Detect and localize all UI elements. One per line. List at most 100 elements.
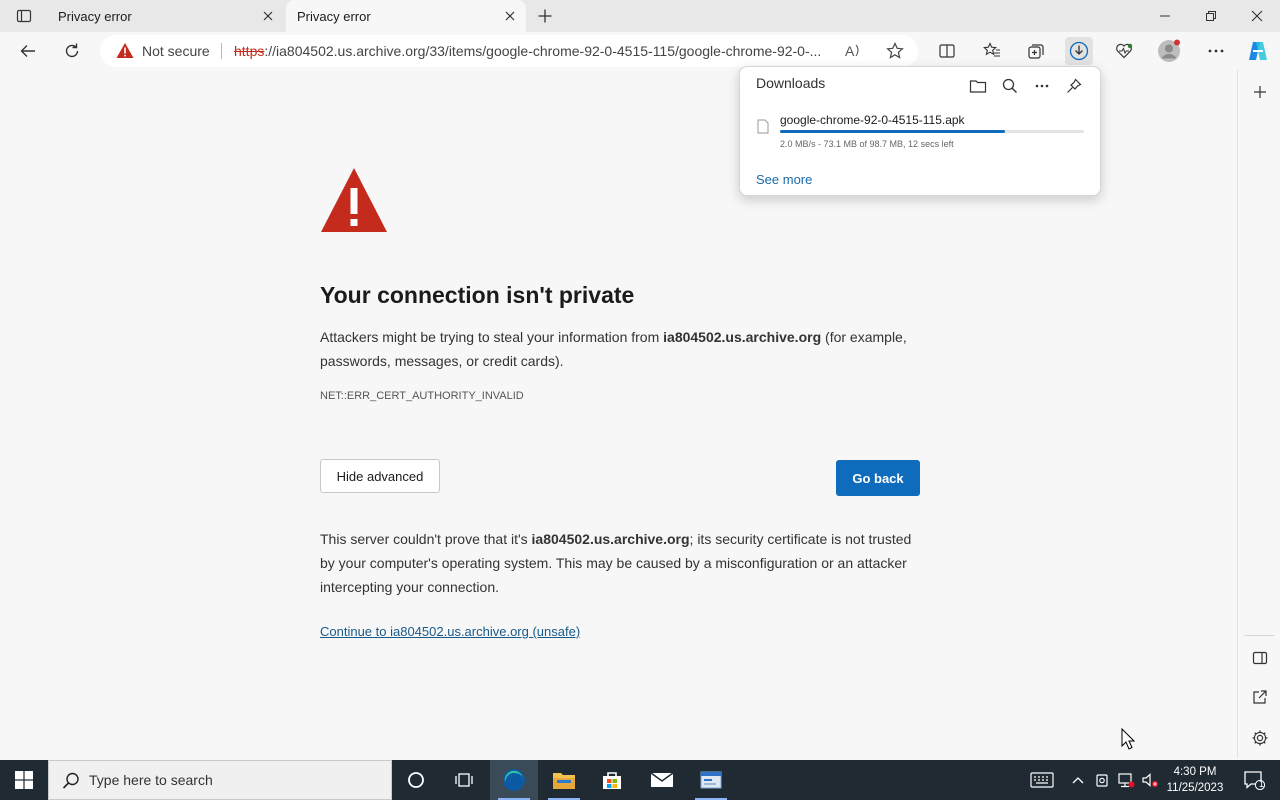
pin-icon[interactable] [1061, 73, 1087, 99]
close-tab-icon[interactable] [260, 8, 276, 24]
hide-sidebar-button[interactable] [1246, 644, 1274, 672]
new-tab-button[interactable] [534, 5, 556, 27]
warning-icon[interactable] [116, 42, 134, 59]
volume-button[interactable] [1138, 760, 1162, 800]
back-arrow-icon [20, 45, 35, 57]
meet-now-button[interactable] [1090, 760, 1114, 800]
sidebar-add-button[interactable] [1246, 78, 1274, 106]
favorites-button[interactable] [978, 37, 1006, 65]
close-tab-icon[interactable] [502, 8, 518, 24]
tab-title: Privacy error [58, 8, 132, 24]
collections-button[interactable] [1022, 37, 1050, 65]
download-progress-fill [780, 130, 1005, 133]
external-link-icon [1253, 690, 1267, 704]
security-status[interactable]: Not secure [142, 43, 210, 59]
open-external-button[interactable] [1246, 683, 1274, 711]
file-icon [757, 119, 769, 134]
minimize-icon [1160, 15, 1170, 17]
browser-essentials-button[interactable] [1110, 37, 1138, 65]
minimize-button[interactable] [1142, 0, 1188, 32]
downloads-flyout: Downloads google-chrome-92-0-4515-115.ap… [739, 66, 1101, 196]
avatar-icon [1158, 39, 1180, 62]
folder-icon [553, 773, 575, 789]
taskbar-search-box[interactable]: Type here to search [48, 760, 392, 800]
url-scheme: https [234, 43, 265, 59]
heart-pulse-icon [1116, 43, 1133, 59]
taskbar-store[interactable] [588, 760, 636, 800]
tab-privacy-error-1[interactable]: Privacy error [48, 0, 284, 32]
cortana-button[interactable] [392, 760, 440, 800]
touch-keyboard-button[interactable] [1020, 760, 1064, 800]
plus-icon [1254, 86, 1266, 98]
close-window-button[interactable] [1234, 0, 1280, 32]
notification-count: 1 [1259, 779, 1265, 789]
tab-title: Privacy error [297, 8, 371, 24]
task-view-icon [455, 773, 473, 787]
gear-icon [1252, 730, 1268, 746]
show-hidden-icons-button[interactable] [1066, 760, 1090, 800]
taskbar: Type here to search 4:30 PM 11/25/2023 1 [0, 760, 1280, 800]
tab-privacy-error-2[interactable]: Privacy error [286, 0, 526, 32]
read-aloud-icon[interactable]: A [845, 42, 863, 60]
download-status: 2.0 MB/s - 73.1 MB of 98.7 MB, 12 secs l… [780, 139, 954, 149]
continue-unsafe-link[interactable]: Continue to ia804502.us.archive.org (uns… [320, 624, 580, 639]
host-name: ia804502.us.archive.org [663, 329, 822, 345]
refresh-button[interactable] [58, 37, 86, 65]
open-folder-icon[interactable] [965, 73, 991, 99]
search-placeholder: Type here to search [89, 772, 213, 788]
restore-button[interactable] [1188, 0, 1234, 32]
close-icon [1251, 10, 1263, 22]
refresh-icon [65, 43, 79, 58]
warning-triangle-icon [320, 166, 388, 234]
more-options-icon[interactable] [1029, 73, 1055, 99]
copilot-button[interactable] [1244, 37, 1272, 65]
url-path: ://ia804502.us.archive.org/33/items/goog… [264, 43, 822, 59]
error-title: Your connection isn't private [320, 282, 635, 308]
go-back-button[interactable]: Go back [836, 460, 920, 496]
taskbar-app-window[interactable] [687, 760, 735, 800]
svg-text:A: A [845, 43, 855, 59]
network-button[interactable] [1114, 760, 1138, 800]
hide-advanced-button[interactable]: Hide advanced [320, 459, 440, 493]
task-view-button[interactable] [440, 760, 488, 800]
address-bar[interactable]: Not secure https://ia804502.us.archive.o… [100, 35, 918, 67]
back-button[interactable] [14, 37, 42, 65]
store-bag-icon [603, 772, 621, 789]
action-center-button[interactable]: 1 [1234, 760, 1274, 800]
mouse-cursor-icon [1121, 728, 1135, 750]
url-text[interactable]: https://ia804502.us.archive.org/33/items… [234, 43, 844, 59]
taskbar-edge[interactable] [490, 760, 538, 800]
error-code: NET::ERR_CERT_AUTHORITY_INVALID [320, 390, 524, 402]
divider [221, 43, 222, 59]
app-window-icon [700, 771, 722, 789]
downloads-button[interactable] [1065, 37, 1093, 65]
settings-more-button[interactable] [1202, 37, 1230, 65]
start-button[interactable] [0, 760, 48, 800]
advanced-details: This server couldn't prove that it's ia8… [320, 527, 920, 599]
sidebar-settings-button[interactable] [1246, 724, 1274, 752]
sidebar-panel-icon [1252, 651, 1268, 665]
taskbar-clock[interactable]: 4:30 PM 11/25/2023 [1164, 764, 1226, 796]
edge-icon [503, 769, 525, 791]
more-horizontal-icon [1208, 49, 1224, 53]
divider [1244, 635, 1274, 636]
favorite-star-icon[interactable] [886, 42, 904, 60]
download-filename[interactable]: google-chrome-92-0-4515-115.apk [780, 113, 965, 127]
mail-icon [650, 772, 674, 787]
search-icon [62, 772, 79, 789]
see-more-link[interactable]: See more [756, 172, 812, 187]
taskbar-file-explorer[interactable] [540, 760, 588, 800]
tab-actions-button[interactable] [12, 6, 36, 26]
browser-toolbar: Not secure https://ia804502.us.archive.o… [0, 32, 1280, 70]
windows-logo-icon [15, 771, 33, 789]
clock-time: 4:30 PM [1173, 766, 1217, 778]
meet-now-icon [1096, 774, 1108, 787]
split-screen-button[interactable] [933, 37, 961, 65]
chevron-up-icon [1072, 777, 1084, 784]
search-icon[interactable] [997, 73, 1023, 99]
collections-icon [1028, 44, 1044, 59]
profile-button[interactable] [1155, 37, 1183, 65]
favorites-icon [983, 42, 1000, 57]
taskbar-mail[interactable] [638, 760, 686, 800]
download-icon [1069, 41, 1089, 61]
